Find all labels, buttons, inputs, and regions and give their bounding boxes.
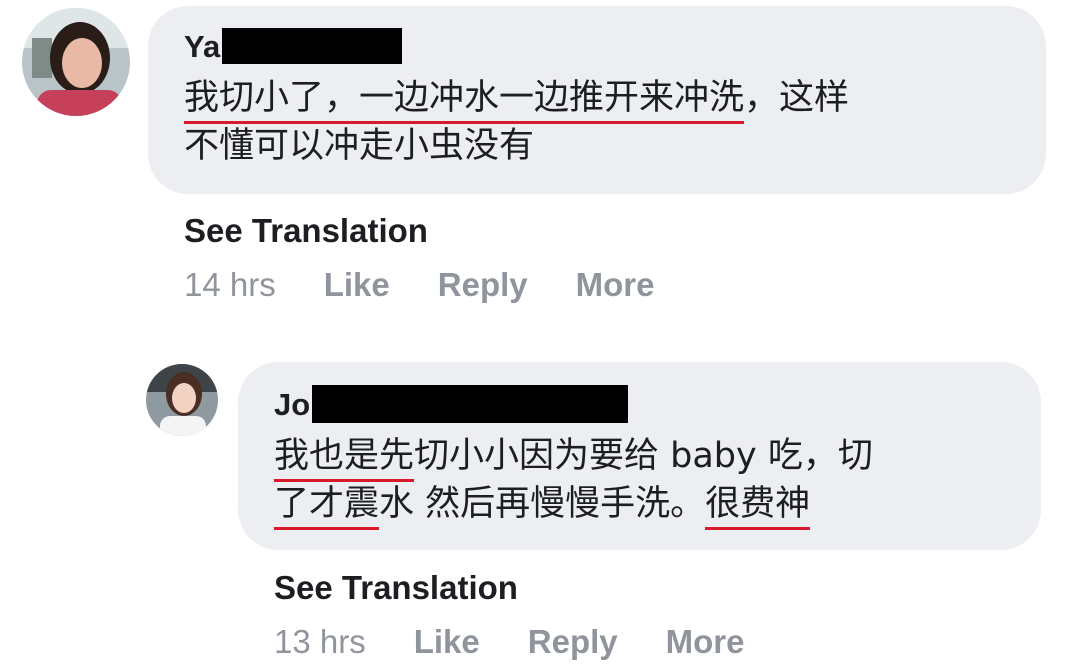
reply-button[interactable]: Reply bbox=[438, 268, 528, 301]
author-name[interactable]: Jo bbox=[274, 389, 310, 420]
comment-timestamp[interactable]: 13 hrs bbox=[274, 625, 366, 658]
underlined-text: 我切小了，一边冲 bbox=[184, 78, 465, 124]
like-button[interactable]: Like bbox=[324, 268, 390, 301]
avatar[interactable] bbox=[22, 8, 130, 116]
comment-actions: 14 hrs Like Reply More bbox=[184, 268, 654, 301]
see-translation-link[interactable]: See Translation bbox=[274, 571, 518, 604]
like-button[interactable]: Like bbox=[414, 625, 480, 658]
underlined-text: 了才震 bbox=[274, 484, 380, 530]
redacted-name-bar bbox=[312, 385, 629, 423]
comment-text-line: 了才震水 然后再慢慢手洗。很费神 bbox=[274, 480, 873, 530]
profile-photo-icon bbox=[146, 364, 218, 436]
comment-text-segment: 切小小因为要给 baby 吃，切 bbox=[414, 436, 873, 476]
see-translation-link[interactable]: See Translation bbox=[184, 214, 428, 247]
comment-text-line: 我切小了，一边冲水一边推开来冲洗，这样 bbox=[184, 74, 850, 124]
comment-text-segment: 水 然后再慢慢手洗。 bbox=[379, 484, 706, 524]
redacted-name-bar bbox=[222, 28, 403, 64]
comment-text-line: 不懂可以冲走小虫没有 bbox=[184, 126, 535, 166]
more-button[interactable]: More bbox=[666, 625, 745, 658]
comment-timestamp[interactable]: 14 hrs bbox=[184, 268, 276, 301]
profile-photo-icon bbox=[22, 8, 130, 116]
comment-text: 我切小了，一边冲水一边推开来冲洗，这样 不懂可以冲走小虫没有 bbox=[184, 74, 849, 170]
comment-author[interactable]: Jo bbox=[274, 385, 629, 423]
underlined-text: 我也是先 bbox=[274, 436, 415, 482]
avatar[interactable] bbox=[146, 364, 218, 436]
more-button[interactable]: More bbox=[576, 268, 655, 301]
comment-text-segment: ，这样 bbox=[744, 78, 850, 118]
comment-actions: 13 hrs Like Reply More bbox=[274, 625, 744, 658]
comment-text: 我也是先切小小因为要给 baby 吃，切 了才震水 然后再慢慢手洗。很费神 bbox=[274, 432, 873, 530]
underlined-text: 水一边推开来冲洗 bbox=[464, 78, 745, 124]
comment-text-line: 我也是先切小小因为要给 baby 吃，切 bbox=[274, 432, 873, 482]
comment-author[interactable]: Ya bbox=[184, 28, 403, 64]
author-name[interactable]: Ya bbox=[184, 31, 220, 62]
reply-button[interactable]: Reply bbox=[528, 625, 618, 658]
underlined-text: 很费神 bbox=[705, 484, 811, 530]
